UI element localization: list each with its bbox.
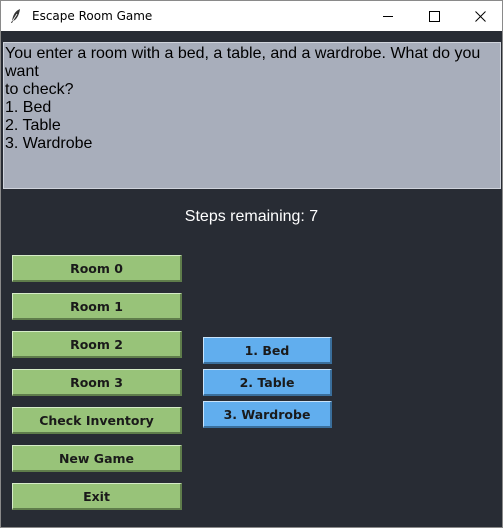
minimize-icon (382, 7, 394, 26)
story-line: 2. Table (5, 117, 61, 134)
title-bar[interactable]: Escape Room Game (1, 1, 502, 31)
choice-bed-button[interactable]: 1. Bed (203, 337, 332, 364)
choice-wardrobe-button[interactable]: 3. Wardrobe (203, 401, 332, 428)
maximize-icon (428, 7, 440, 26)
window-title: Escape Room Game (32, 9, 153, 23)
room-3-button[interactable]: Room 3 (12, 369, 182, 396)
room-1-button[interactable]: Room 1 (12, 293, 182, 320)
maximize-button[interactable] (411, 1, 457, 31)
close-icon (474, 7, 486, 26)
feather-icon (9, 8, 23, 24)
check-inventory-button[interactable]: Check Inventory (12, 407, 182, 434)
story-line: to check? (5, 81, 74, 98)
new-game-button[interactable]: New Game (12, 445, 182, 472)
choice-table-button[interactable]: 2. Table (203, 369, 332, 396)
room-0-button[interactable]: Room 0 (12, 255, 182, 282)
app-window: Escape Room Game You enter a room with a… (0, 0, 503, 528)
steps-remaining-label: Steps remaining: 7 (184, 208, 319, 225)
exit-button[interactable]: Exit (12, 483, 182, 510)
story-line: You enter a room with a bed, a table, an… (5, 45, 485, 80)
minimize-button[interactable] (365, 1, 411, 31)
room-2-button[interactable]: Room 2 (12, 331, 182, 358)
story-line: 3. Wardrobe (5, 135, 93, 152)
story-text-area[interactable]: You enter a room with a bed, a table, an… (3, 42, 501, 189)
story-line: 1. Bed (5, 99, 52, 116)
close-button[interactable] (457, 1, 503, 31)
